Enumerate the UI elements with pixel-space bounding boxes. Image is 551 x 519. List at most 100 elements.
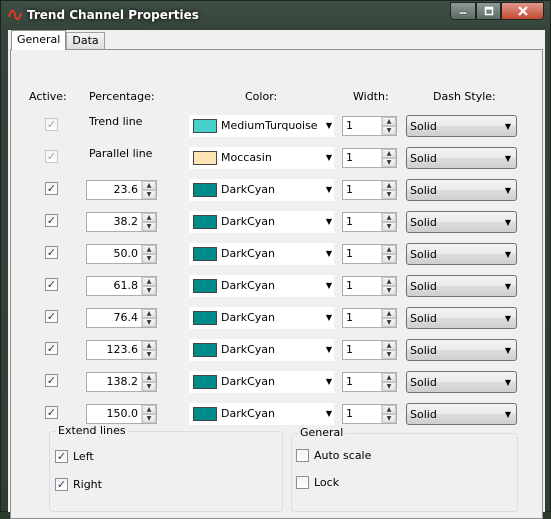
width-stepper[interactable]: 1 ▲ ▼ bbox=[342, 372, 397, 392]
tab-general[interactable]: General bbox=[11, 30, 67, 50]
dash-style-select[interactable]: Solid ▼ bbox=[406, 275, 517, 297]
percentage-stepper[interactable]: 76.4 ▲ ▼ bbox=[86, 308, 157, 328]
color-dropdown[interactable]: DarkCyan ▼ bbox=[189, 307, 334, 329]
spin-up-button[interactable]: ▲ bbox=[382, 213, 396, 222]
spin-up-button[interactable]: ▲ bbox=[142, 373, 156, 382]
spin-up-button[interactable]: ▲ bbox=[142, 181, 156, 190]
spin-down-button[interactable]: ▼ bbox=[142, 350, 156, 359]
spin-up-button[interactable]: ▲ bbox=[382, 149, 396, 158]
spin-up-button[interactable]: ▲ bbox=[382, 117, 396, 126]
tab-data[interactable]: Data bbox=[66, 32, 105, 50]
color-dropdown[interactable]: DarkCyan ▼ bbox=[189, 275, 334, 297]
percentage-stepper[interactable]: 23.6 ▲ ▼ bbox=[86, 180, 157, 200]
table-row: ✓ Parallel line Moccasin ▼ 1 ▲ ▼ Solid ▼ bbox=[11, 146, 544, 170]
percentage-stepper[interactable]: 50.0 ▲ ▼ bbox=[86, 244, 157, 264]
spin-up-button[interactable]: ▲ bbox=[142, 341, 156, 350]
width-stepper[interactable]: 1 ▲ ▼ bbox=[342, 148, 397, 168]
active-checkbox[interactable]: ✓ bbox=[45, 310, 58, 323]
dash-style-select[interactable]: Solid ▼ bbox=[406, 211, 517, 233]
color-dropdown[interactable]: MediumTurquoise ▼ bbox=[189, 115, 334, 137]
percentage-stepper[interactable]: 150.0 ▲ ▼ bbox=[86, 404, 157, 424]
spin-up-button[interactable]: ▲ bbox=[382, 341, 396, 350]
spin-down-button[interactable]: ▼ bbox=[382, 158, 396, 167]
spin-down-button[interactable]: ▼ bbox=[382, 286, 396, 295]
color-dropdown[interactable]: DarkCyan ▼ bbox=[189, 179, 334, 201]
width-value: 1 bbox=[346, 375, 353, 388]
spin-up-button[interactable]: ▲ bbox=[382, 373, 396, 382]
color-dropdown[interactable]: DarkCyan ▼ bbox=[189, 339, 334, 361]
active-checkbox[interactable]: ✓ bbox=[45, 374, 58, 387]
dash-style-select[interactable]: Solid ▼ bbox=[406, 403, 517, 425]
spin-down-button[interactable]: ▼ bbox=[382, 318, 396, 327]
active-checkbox[interactable]: ✓ bbox=[45, 150, 58, 163]
width-stepper[interactable]: 1 ▲ ▼ bbox=[342, 340, 397, 360]
width-stepper[interactable]: 1 ▲ ▼ bbox=[342, 244, 397, 264]
spin-down-button[interactable]: ▼ bbox=[142, 190, 156, 199]
dash-style-select[interactable]: Solid ▼ bbox=[406, 243, 517, 265]
percentage-stepper[interactable]: 61.8 ▲ ▼ bbox=[86, 276, 157, 296]
active-checkbox[interactable]: ✓ bbox=[45, 214, 58, 227]
spin-down-button[interactable]: ▼ bbox=[142, 286, 156, 295]
dash-style-value: Solid bbox=[410, 376, 437, 389]
width-stepper[interactable]: 1 ▲ ▼ bbox=[342, 116, 397, 136]
width-stepper[interactable]: 1 ▲ ▼ bbox=[342, 276, 397, 296]
dash-style-select[interactable]: Solid ▼ bbox=[406, 115, 517, 137]
spin-down-button[interactable]: ▼ bbox=[382, 414, 396, 423]
dash-style-select[interactable]: Solid ▼ bbox=[406, 371, 517, 393]
spin-down-button[interactable]: ▼ bbox=[382, 126, 396, 135]
dash-style-select[interactable]: Solid ▼ bbox=[406, 339, 517, 361]
spin-down-button[interactable]: ▼ bbox=[142, 222, 156, 231]
spin-down-button[interactable]: ▼ bbox=[382, 190, 396, 199]
active-checkbox[interactable]: ✓ bbox=[45, 406, 58, 419]
percentage-value: 138.2 bbox=[106, 375, 139, 388]
dash-style-select[interactable]: Solid ▼ bbox=[406, 147, 517, 169]
spin-up-button[interactable]: ▲ bbox=[142, 405, 156, 414]
spin-up-button[interactable]: ▲ bbox=[382, 405, 396, 414]
color-dropdown[interactable]: DarkCyan ▼ bbox=[189, 243, 334, 265]
percentage-stepper[interactable]: 138.2 ▲ ▼ bbox=[86, 372, 157, 392]
color-dropdown[interactable]: DarkCyan ▼ bbox=[189, 371, 334, 393]
width-value: 1 bbox=[346, 247, 353, 260]
active-checkbox[interactable]: ✓ bbox=[45, 246, 58, 259]
spin-up-button[interactable]: ▲ bbox=[142, 277, 156, 286]
spin-up-button[interactable]: ▲ bbox=[382, 245, 396, 254]
checkmark-icon: ✓ bbox=[46, 406, 57, 419]
active-checkbox[interactable]: ✓ bbox=[45, 118, 58, 131]
spin-down-button[interactable]: ▼ bbox=[142, 414, 156, 423]
active-checkbox[interactable]: ✓ bbox=[45, 278, 58, 291]
minimize-button[interactable] bbox=[450, 2, 476, 20]
spin-down-button[interactable]: ▼ bbox=[382, 350, 396, 359]
spin-down-button[interactable]: ▼ bbox=[142, 254, 156, 263]
color-dropdown[interactable]: DarkCyan ▼ bbox=[189, 403, 334, 425]
extend-right-checkbox[interactable]: ✓ bbox=[55, 478, 68, 491]
width-stepper[interactable]: 1 ▲ ▼ bbox=[342, 212, 397, 232]
dash-style-select[interactable]: Solid ▼ bbox=[406, 179, 517, 201]
lock-checkbox[interactable] bbox=[296, 476, 309, 489]
maximize-button[interactable] bbox=[476, 2, 501, 20]
dash-style-select[interactable]: Solid ▼ bbox=[406, 307, 517, 329]
spin-down-button[interactable]: ▼ bbox=[382, 222, 396, 231]
spin-up-button[interactable]: ▲ bbox=[382, 277, 396, 286]
color-dropdown[interactable]: DarkCyan ▼ bbox=[189, 211, 334, 233]
spin-down-button[interactable]: ▼ bbox=[382, 254, 396, 263]
spin-down-button[interactable]: ▼ bbox=[142, 382, 156, 391]
color-dropdown[interactable]: Moccasin ▼ bbox=[189, 147, 334, 169]
spin-up-button[interactable]: ▲ bbox=[382, 181, 396, 190]
spin-up-button[interactable]: ▲ bbox=[382, 309, 396, 318]
spin-up-button[interactable]: ▲ bbox=[142, 245, 156, 254]
spin-up-button[interactable]: ▲ bbox=[142, 309, 156, 318]
percentage-stepper[interactable]: 38.2 ▲ ▼ bbox=[86, 212, 157, 232]
width-stepper[interactable]: 1 ▲ ▼ bbox=[342, 308, 397, 328]
title-bar[interactable]: Trend Channel Properties bbox=[1, 1, 550, 29]
percentage-stepper[interactable]: 123.6 ▲ ▼ bbox=[86, 340, 157, 360]
width-stepper[interactable]: 1 ▲ ▼ bbox=[342, 180, 397, 200]
spin-down-button[interactable]: ▼ bbox=[382, 382, 396, 391]
width-stepper[interactable]: 1 ▲ ▼ bbox=[342, 404, 397, 424]
close-button[interactable] bbox=[501, 2, 544, 20]
active-checkbox[interactable]: ✓ bbox=[45, 342, 58, 355]
spin-up-button[interactable]: ▲ bbox=[142, 213, 156, 222]
active-checkbox[interactable]: ✓ bbox=[45, 182, 58, 195]
extend-left-checkbox[interactable]: ✓ bbox=[55, 450, 68, 463]
auto-scale-checkbox[interactable] bbox=[296, 449, 309, 462]
spin-down-button[interactable]: ▼ bbox=[142, 318, 156, 327]
